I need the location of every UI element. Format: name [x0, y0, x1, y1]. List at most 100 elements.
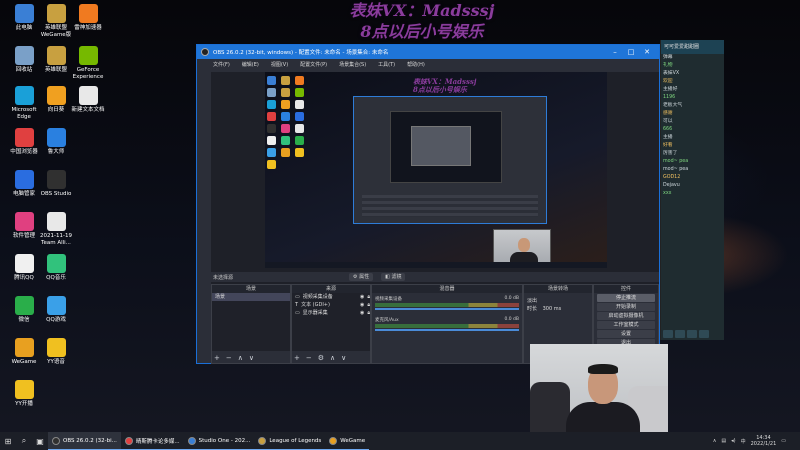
taskbar-app[interactable]: WeGame: [325, 432, 370, 450]
no-source-selected-label: 未选择源: [213, 274, 234, 281]
remove-scene-button[interactable]: −: [226, 354, 232, 362]
properties-button[interactable]: ⚙ 属性: [349, 273, 374, 281]
task-view-icon[interactable]: ▣: [32, 432, 48, 450]
volume-icon[interactable]: ◂): [731, 438, 735, 444]
notification-icon[interactable]: ▭: [781, 438, 786, 444]
desktop-icon-label: 鲁大师: [47, 149, 65, 155]
source-down-button[interactable]: ∨: [341, 354, 346, 362]
duration-input[interactable]: 300 ms: [543, 306, 562, 312]
sources-dock: 来源 ▭ 视频采集设备 ◉ 🔒︎ T 文本 (GDI+) ◉ 🔒︎ ▭ 显示器采集 ◉ 🔒︎ + …: [291, 284, 371, 364]
obs-source-toolbar: 未选择源 ⚙ 属性 ◧ 滤镜: [211, 272, 659, 282]
stop-streaming-button[interactable]: 停止推流: [597, 294, 655, 302]
lock-icon[interactable]: 🔒︎: [367, 293, 370, 301]
tray-chevron-icon[interactable]: ∧: [713, 438, 717, 444]
desktop-icon[interactable]: 雷神加速器: [70, 4, 106, 32]
lock-icon[interactable]: 🔒︎: [367, 309, 370, 317]
source-item[interactable]: T 文本 (GDI+) ◉ 🔒︎: [292, 301, 370, 309]
menu-item[interactable]: 文件(F): [213, 61, 230, 68]
volume-slider[interactable]: [375, 329, 519, 331]
ime-icon[interactable]: 中: [741, 438, 746, 445]
chat-tool-button[interactable]: [675, 330, 685, 338]
source-up-button[interactable]: ∧: [330, 354, 335, 362]
scene-up-button[interactable]: ∧: [238, 354, 243, 362]
scenes-dock-title: 场景: [212, 285, 290, 293]
filters-button[interactable]: ◧ 滤镜: [381, 273, 406, 281]
eye-icon[interactable]: ◉: [360, 301, 364, 309]
clock[interactable]: 14:34 2022/1/21: [751, 435, 777, 447]
desktop-icon[interactable]: Microsoft Edge: [6, 86, 42, 120]
taskbar: ⊞ ⌕ ▣ OBS 26.0.2 (32-bi... 晴斯腾卡论多媒... Stud…: [0, 432, 800, 450]
desktop-icon[interactable]: 新建文本文档: [70, 86, 106, 114]
search-icon[interactable]: ⌕: [16, 432, 32, 450]
taskbar-app[interactable]: OBS 26.0.2 (32-bi...: [48, 432, 121, 450]
menu-item[interactable]: 工具(T): [378, 61, 395, 68]
desktop-icon[interactable]: 此电脑: [6, 4, 42, 32]
desktop-icon[interactable]: QQ游戏: [38, 296, 74, 324]
obs-titlebar[interactable]: OBS 26.0.2 (32-bit, windows) - 配置文件: 未命名…: [197, 45, 659, 59]
menu-item[interactable]: 场景集合(S): [339, 61, 366, 68]
menu-item[interactable]: 帮助(H): [407, 61, 425, 68]
preview-canvas[interactable]: 表妹VX：Madsssj 8点以后小号娱乐: [265, 72, 607, 268]
taskbar-app[interactable]: 晴斯腾卡论多媒...: [120, 432, 184, 450]
source-item[interactable]: ▭ 视频采集设备 ◉ 🔒︎: [292, 293, 370, 301]
minimize-button[interactable]: –: [607, 48, 623, 56]
mixer-dock: 混音器 视频采集设备 0.0 dB 麦克风/Aux 0.0 dB: [371, 284, 523, 364]
lock-icon[interactable]: 🔒︎: [367, 301, 370, 309]
desktop-icon[interactable]: 英雄联盟 WeGame版: [38, 4, 74, 38]
obs-window[interactable]: OBS 26.0.2 (32-bit, windows) - 配置文件: 未命名…: [196, 44, 660, 364]
settings-button[interactable]: 设置: [597, 330, 655, 338]
desktop-icon[interactable]: 腾讯QQ: [6, 254, 42, 282]
source-item[interactable]: ▭ 显示器采集 ◉ 🔒︎: [292, 309, 370, 317]
scene-down-button[interactable]: ∨: [249, 354, 254, 362]
start-icon[interactable]: ⊞: [0, 432, 16, 450]
menu-item[interactable]: 配置文件(P): [300, 61, 327, 68]
start-virtual-camera-button[interactable]: 启动虚拟摄像机: [597, 312, 655, 320]
start-recording-button[interactable]: 开始录制: [597, 303, 655, 311]
menu-item[interactable]: 编辑(E): [242, 61, 259, 68]
desktop-icon[interactable]: 微信: [6, 296, 42, 324]
desktop-icon[interactable]: 电脑管家: [6, 170, 42, 198]
taskbar-app[interactable]: Studio One - 202...: [183, 432, 255, 450]
desktop-icon[interactable]: QQ音乐: [38, 254, 74, 282]
mixer-track: 视频采集设备 0.0 dB: [375, 296, 519, 314]
chat-message: xxx: [663, 191, 672, 196]
eye-icon[interactable]: ◉: [360, 309, 364, 317]
mixer-track-name: 麦克风/Aux: [375, 318, 399, 323]
studio-mode-button[interactable]: 工作室模式: [597, 321, 655, 329]
maximize-button[interactable]: □: [623, 48, 639, 56]
desktop-icon[interactable]: YY开播: [6, 380, 42, 408]
desktop-icon[interactable]: GeForce Experience: [70, 46, 106, 80]
desktop-icon[interactable]: 鲁大师: [38, 128, 74, 156]
chat-header: 可可爱爱甜甜圈: [661, 40, 724, 54]
overlay-line-1: 表妹VX：Madsssj: [349, 1, 495, 20]
chat-tool-button[interactable]: [687, 330, 697, 338]
network-icon[interactable]: ▤: [721, 438, 726, 444]
desktop-icon[interactable]: WeGame: [6, 338, 42, 366]
transition-type-select[interactable]: 淡出: [524, 297, 592, 305]
scene-item[interactable]: 场景: [212, 293, 290, 301]
menu-item[interactable]: 视图(V): [271, 61, 288, 68]
taskbar-app[interactable]: League of Legends: [254, 432, 326, 450]
desktop-icon[interactable]: OBS Studio: [38, 170, 74, 198]
add-scene-button[interactable]: +: [214, 354, 220, 362]
mixer-track-db: 0.0 dB: [504, 296, 519, 301]
chat-tool-button[interactable]: [663, 330, 673, 338]
desktop-icon[interactable]: 向日葵: [38, 86, 74, 114]
desktop-icon[interactable]: 回收站: [6, 46, 42, 74]
desktop-icon[interactable]: 2021-11-19 Team Alli...: [38, 212, 74, 246]
desktop-icon[interactable]: YY语音: [38, 338, 74, 366]
eye-icon[interactable]: ◉: [360, 293, 364, 301]
close-button[interactable]: ✕: [639, 48, 655, 56]
chat-window[interactable]: 可可爱爱甜甜圈 弹幕 礼物 表妹VX 欢迎 主播好 1196 老板大气 感谢 可以 666 主播 好看…: [660, 40, 724, 340]
chat-tool-button[interactable]: [699, 330, 709, 338]
desktop-icon[interactable]: 英雄联盟: [38, 46, 74, 74]
taskbar-app-label: 晴斯腾卡论多媒...: [135, 438, 180, 445]
edge-icon: [14, 86, 34, 105]
chat-toolbar: [661, 330, 724, 338]
add-source-button[interactable]: +: [294, 354, 300, 362]
remove-source-button[interactable]: −: [306, 354, 312, 362]
volume-slider[interactable]: [375, 308, 519, 310]
source-properties-button[interactable]: ⚙: [318, 354, 324, 362]
desktop-icon[interactable]: 软件管理: [6, 212, 42, 240]
desktop-icon[interactable]: 中国浏览器: [6, 128, 42, 156]
